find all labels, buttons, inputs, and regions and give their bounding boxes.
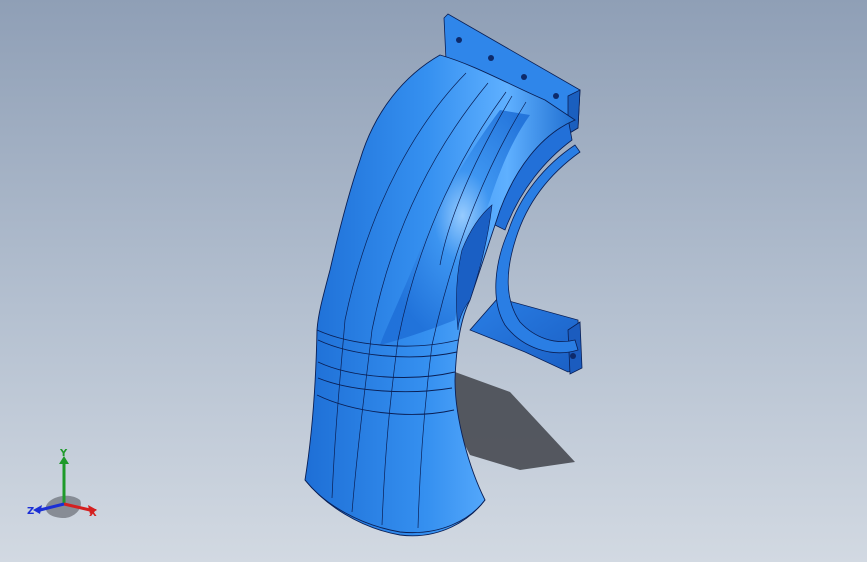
graphics-viewport[interactable]: Y X Z [0, 0, 867, 562]
lower-flange-hole [570, 353, 576, 359]
y-axis-label: Y [59, 448, 68, 459]
model-view[interactable] [0, 0, 867, 562]
mount-hole-3 [521, 74, 527, 80]
x-axis-label: X [89, 508, 97, 519]
z-axis-arrow [33, 505, 42, 514]
orientation-triad[interactable]: Y X Z [26, 448, 106, 524]
mount-hole-1 [456, 37, 462, 43]
mount-hole-4 [553, 93, 559, 99]
ground-shadow [452, 372, 575, 470]
mount-hole-2 [488, 55, 494, 61]
z-axis-label: Z [27, 506, 34, 517]
